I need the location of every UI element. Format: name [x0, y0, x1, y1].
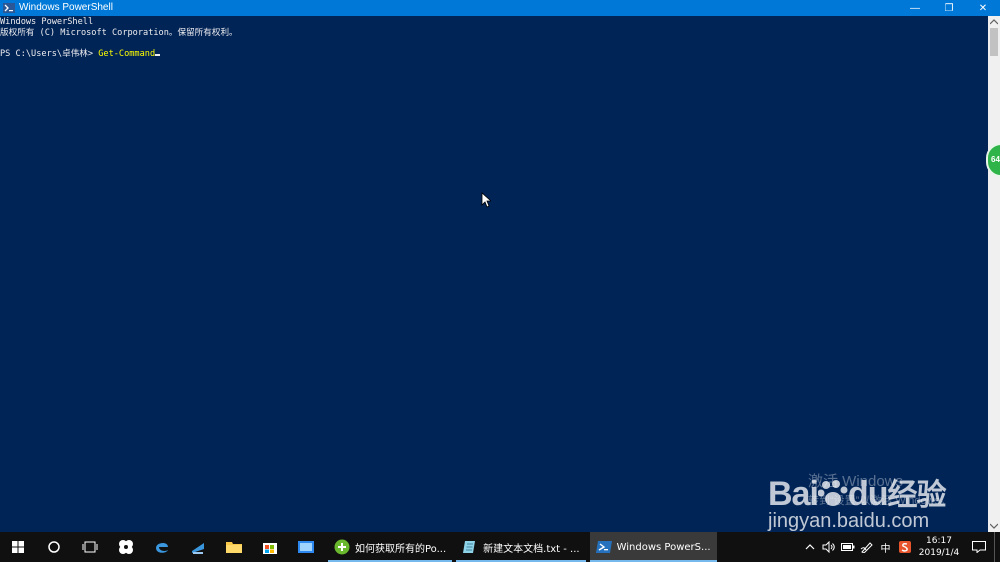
store-bag-icon — [263, 543, 277, 554]
start-button[interactable] — [0, 532, 36, 562]
restore-button[interactable]: ❐ — [932, 0, 966, 16]
taskbar: 如何获取所有的Po... 新建文本文档.txt - ... Windows Po… — [0, 532, 1000, 562]
pen-workspace-icon[interactable] — [857, 532, 876, 562]
title-bar[interactable]: Windows PowerShell — ❐ ✕ — [0, 0, 1000, 16]
taskbar-app-label: 新建文本文档.txt - ... — [483, 543, 580, 555]
console-command[interactable]: Get-Command — [98, 49, 155, 59]
minimize-button[interactable]: — — [898, 0, 932, 16]
baidu-logo-text-du: du — [847, 475, 889, 513]
text-cursor — [155, 53, 161, 56]
clock-time: 16:17 — [926, 536, 952, 546]
console-prompt: PS C:\Users\卓伟林> — [0, 48, 99, 59]
photo-viewer-icon — [298, 541, 314, 553]
taskbar-app-powershell[interactable]: Windows PowerS... — [589, 532, 717, 562]
pinned-app-photo[interactable] — [288, 532, 324, 562]
powershell-icon — [3, 2, 15, 14]
baidu-paw-icon — [817, 480, 848, 506]
taskbar-app-notepad[interactable]: 新建文本文档.txt - ... — [456, 532, 586, 562]
console-line: Windows PowerShell — [0, 17, 94, 27]
edge-icon — [156, 542, 168, 553]
taskbar-app-label: 如何获取所有的Po... — [355, 543, 447, 555]
pinned-app-fan[interactable] — [108, 532, 144, 562]
pinned-app-edge[interactable] — [144, 532, 180, 562]
powershell-icon — [595, 539, 612, 555]
taskbar-app-label: Windows PowerS... — [616, 541, 711, 553]
pinned-app-remote[interactable] — [180, 532, 216, 562]
show-hidden-icons-chevron-icon[interactable] — [800, 532, 819, 562]
battery-icon[interactable] — [838, 532, 857, 562]
sogou-input-icon[interactable] — [895, 532, 914, 562]
ime-indicator[interactable]: 中 — [876, 532, 895, 562]
console-input-line[interactable]: PS C:\Users\卓伟林> Get-Command — [0, 49, 988, 60]
volume-icon[interactable] — [819, 532, 838, 562]
remote-desktop-icon — [192, 543, 204, 554]
fan-icon — [119, 540, 133, 554]
cortana-circle-icon — [48, 541, 60, 553]
clock[interactable]: 16:17 2019/1/4 — [914, 535, 964, 559]
cortana-button[interactable] — [36, 532, 72, 562]
scroll-down-arrow-icon[interactable] — [988, 520, 1000, 532]
baidu-logo-text: Bai — [768, 475, 819, 513]
console-output[interactable]: Windows PowerShell 版权所有 (C) Microsoft Co… — [0, 16, 988, 532]
window-title: Windows PowerShell — [19, 2, 113, 13]
clock-date: 2019/1/4 — [918, 548, 960, 558]
folder-icon — [226, 542, 242, 553]
scroll-up-arrow-icon[interactable] — [988, 16, 1000, 28]
pinned-app-file-explorer[interactable] — [216, 532, 252, 562]
action-center-icon[interactable] — [964, 532, 994, 562]
mouse-pointer-icon — [481, 192, 491, 208]
show-desktop-button[interactable] — [994, 532, 1000, 562]
system-tray: 中 16:17 2019/1/4 — [800, 532, 1000, 562]
task-view-button[interactable] — [72, 532, 108, 562]
scrollbar-thumb[interactable] — [990, 28, 998, 56]
pinned-app-store[interactable] — [252, 532, 288, 562]
baidu-url: jingyan.baidu.com — [768, 510, 930, 532]
vertical-scrollbar[interactable] — [988, 16, 1000, 532]
console-line: 版权所有 (C) Microsoft Corporation。保留所有权利。 — [0, 27, 238, 38]
browser-icon — [334, 539, 350, 555]
baidu-jingyan-watermark: Bai du经验 jingyan.baidu.com — [768, 470, 948, 536]
windows-logo-icon — [12, 541, 24, 553]
close-button[interactable]: ✕ — [966, 0, 1000, 16]
notepad-icon — [462, 539, 478, 555]
taskbar-app-browser[interactable]: 如何获取所有的Po... — [328, 532, 453, 562]
task-view-icon — [82, 541, 98, 553]
baidu-logo-cn: 经验 — [887, 478, 946, 513]
